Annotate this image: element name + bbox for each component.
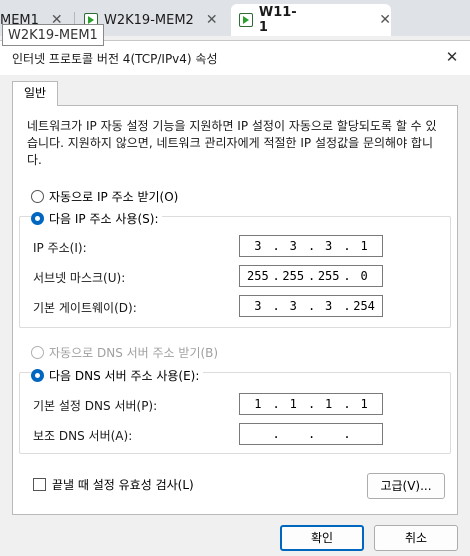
validate-settings-option[interactable]: 끝낼 때 설정 유효성 검사(L) bbox=[33, 476, 194, 493]
dns-auto-label: 자동으로 DNS 서버 주소 받기(B) bbox=[49, 346, 219, 360]
ok-button[interactable]: 확인 bbox=[280, 525, 364, 551]
validate-settings-checkbox[interactable] bbox=[33, 478, 46, 491]
octet: 3 bbox=[289, 299, 297, 313]
octet: 255 bbox=[317, 269, 340, 283]
octet: 254 bbox=[353, 299, 375, 313]
subnet-mask-label: 서브넷 마스크(U): bbox=[33, 271, 126, 285]
octet: 1 bbox=[325, 397, 333, 411]
description-text: 네트워크가 IP 자동 설정 기능을 지원하면 IP 설정이 자동으로 할당되도… bbox=[27, 119, 437, 167]
octet: 3 bbox=[325, 239, 333, 253]
ip-auto-label: 자동으로 IP 주소 받기(O) bbox=[49, 190, 179, 204]
preferred-dns-input[interactable]: 1. 1. 1. 1 bbox=[239, 393, 383, 415]
close-icon[interactable]: ✕ bbox=[442, 47, 462, 67]
octet-dot: . bbox=[343, 299, 351, 313]
octet-dot: . bbox=[272, 427, 280, 441]
octet: 3 bbox=[325, 299, 333, 313]
octet-dot: . bbox=[343, 239, 351, 253]
octet-dot: . bbox=[343, 397, 351, 411]
dns-manual-label: 다음 DNS 서버 주소 사용(E): bbox=[49, 369, 200, 383]
default-gateway-input[interactable]: 3. 3. 3. 254 bbox=[239, 295, 383, 317]
tab-general[interactable]: 일반 bbox=[12, 81, 58, 106]
dns-auto-radio[interactable] bbox=[31, 346, 44, 359]
alternate-dns-input[interactable]: . . . bbox=[239, 423, 383, 445]
ip-auto-option[interactable]: 자동으로 IP 주소 받기(O) bbox=[31, 188, 178, 205]
octet-dot: . bbox=[272, 239, 280, 253]
dns-manual-radio[interactable] bbox=[31, 369, 44, 382]
subnet-mask-input[interactable]: 255. 255. 255. 0 bbox=[239, 265, 383, 287]
dns-auto-option[interactable]: 자동으로 DNS 서버 주소 받기(B) bbox=[31, 344, 218, 361]
octet-dot: . bbox=[343, 269, 351, 283]
octet: 1 bbox=[360, 239, 368, 253]
octet-dot: . bbox=[307, 269, 316, 283]
octet-dot: . bbox=[307, 427, 316, 441]
octet-dot: . bbox=[343, 427, 351, 441]
host-tab-w2k19-mem2-label: W2K19-MEM2 bbox=[104, 12, 194, 28]
ip-address-label: IP 주소(I): bbox=[33, 241, 87, 255]
host-tab-strip: MEM1 ✕ W2K19-MEM2 ✕ W11-1 ✕ W2K19-MEM1 bbox=[0, 0, 470, 46]
dialog-titlebar: 인터넷 프로토콜 버전 4(TCP/IPv4) 속성 ✕ bbox=[0, 41, 470, 75]
octet-dot: . bbox=[307, 239, 316, 253]
octet: 0 bbox=[360, 269, 368, 283]
octet: 3 bbox=[254, 299, 262, 313]
octet: 255 bbox=[247, 269, 269, 283]
octet-dot: . bbox=[272, 269, 280, 283]
dialog-title: 인터넷 프로토콜 버전 4(TCP/IPv4) 속성 bbox=[12, 52, 218, 66]
dns-manual-option[interactable]: 다음 DNS 서버 주소 사용(E): bbox=[31, 367, 204, 384]
general-panel: 네트워크가 IP 자동 설정 기능을 지원하면 IP 설정이 자동으로 할당되도… bbox=[12, 105, 458, 515]
octet: 3 bbox=[289, 239, 297, 253]
close-icon[interactable]: ✕ bbox=[206, 12, 218, 28]
host-tab-w11-1-label: W11-1 bbox=[258, 5, 297, 35]
ip-manual-label: 다음 IP 주소 사용(S): bbox=[49, 212, 159, 226]
ipv4-properties-dialog: 인터넷 프로토콜 버전 4(TCP/IPv4) 속성 ✕ 일반 네트워크가 IP… bbox=[0, 40, 470, 556]
ip-address-input[interactable]: 3. 3. 3. 1 bbox=[239, 235, 383, 257]
ip-manual-option[interactable]: 다음 IP 주소 사용(S): bbox=[31, 210, 163, 227]
ip-auto-radio[interactable] bbox=[31, 190, 44, 203]
octet: 255 bbox=[282, 269, 305, 283]
octet-dot: . bbox=[307, 299, 316, 313]
vm-running-icon bbox=[239, 13, 253, 27]
octet-dot: . bbox=[272, 299, 280, 313]
validate-settings-label: 끝낼 때 설정 유효성 검사(L) bbox=[52, 478, 194, 492]
ip-manual-radio[interactable] bbox=[31, 212, 44, 225]
octet: 1 bbox=[360, 397, 368, 411]
advanced-button[interactable]: 고급(V)... bbox=[367, 473, 445, 499]
octet: 3 bbox=[254, 239, 262, 253]
preferred-dns-label: 기본 설정 DNS 서버(P): bbox=[33, 399, 158, 413]
octet: 1 bbox=[254, 397, 262, 411]
host-tab-w11-1[interactable]: W11-1 ✕ bbox=[231, 4, 391, 36]
close-icon[interactable]: ✕ bbox=[379, 12, 391, 28]
cancel-button[interactable]: 취소 bbox=[374, 525, 458, 551]
octet: 1 bbox=[289, 397, 297, 411]
octet-dot: . bbox=[272, 397, 280, 411]
default-gateway-label: 기본 게이트웨이(D): bbox=[33, 301, 137, 315]
tab-tooltip: W2K19-MEM1 bbox=[2, 24, 104, 46]
alternate-dns-label: 보조 DNS 서버(A): bbox=[33, 429, 133, 443]
octet-dot: . bbox=[307, 397, 316, 411]
